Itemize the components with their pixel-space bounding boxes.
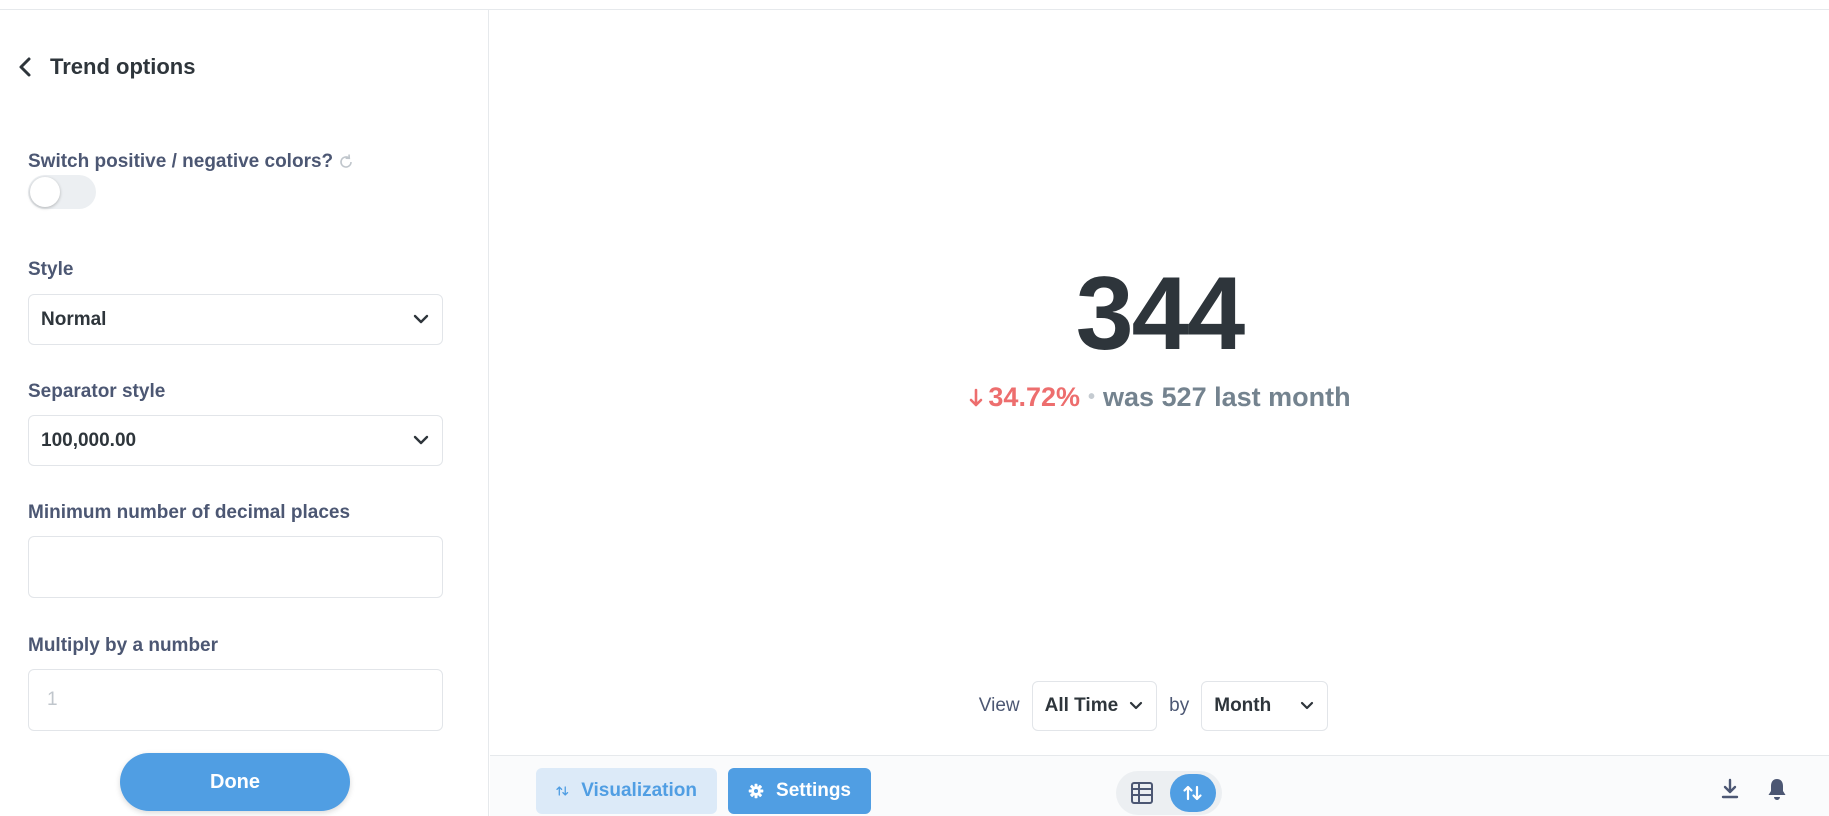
sidebar-title: Trend options	[50, 54, 196, 79]
granularity-select[interactable]: Month	[1201, 681, 1329, 731]
style-label: Style	[28, 259, 74, 280]
trend-comparison: 34.72% • was 527 last month	[490, 382, 1829, 413]
download-icon[interactable]	[1720, 778, 1740, 805]
multiply-input[interactable]	[28, 669, 443, 731]
chevron-down-icon	[413, 435, 429, 445]
bell-icon[interactable]	[1766, 777, 1788, 806]
time-controls: View All Time by Month	[490, 681, 1829, 731]
switch-colors-toggle[interactable]	[28, 175, 96, 209]
toggle-knob	[30, 177, 60, 207]
style-select[interactable]: Normal	[28, 294, 443, 345]
view-toggle	[1116, 771, 1222, 815]
visualization-label: Visualization	[581, 780, 697, 801]
separator-select[interactable]: 100,000.00	[28, 415, 443, 466]
visualization-button[interactable]: Visualization	[536, 768, 717, 814]
chevron-down-icon	[1130, 701, 1143, 710]
trend-value: 344	[1075, 256, 1246, 372]
multiply-label: Multiply by a number	[28, 635, 219, 656]
separator-label: Separator style	[28, 381, 166, 402]
back-to-settings[interactable]: Trend options	[18, 54, 195, 80]
by-label: by	[1169, 695, 1190, 716]
switch-colors-label: Switch positive / negative colors?	[28, 151, 334, 172]
arrow-down-icon	[970, 388, 983, 406]
period-select[interactable]: All Time	[1031, 681, 1158, 731]
chevron-left-icon	[18, 56, 34, 78]
settings-sidebar: Trend options Switch positive / negative…	[0, 10, 489, 816]
settings-button[interactable]: Settings	[728, 768, 871, 814]
settings-label: Settings	[776, 780, 851, 801]
trend-arrows-icon	[556, 786, 569, 796]
gear-icon	[748, 783, 764, 799]
trend-previous: was 527 last month	[1103, 382, 1351, 412]
chevron-down-icon	[1301, 701, 1314, 710]
view-label: View	[978, 695, 1020, 716]
chevron-down-icon	[413, 314, 429, 324]
decimals-input[interactable]	[28, 536, 443, 598]
trend-change: 34.72%	[988, 382, 1080, 412]
period-value: All Time	[1044, 695, 1119, 716]
top-border	[0, 0, 1829, 10]
granularity-value: Month	[1214, 695, 1272, 716]
done-button[interactable]: Done	[120, 753, 350, 811]
trend-separator: •	[1087, 386, 1095, 408]
trend-arrows-icon	[1183, 785, 1202, 801]
separator-value: 100,000.00	[41, 429, 137, 451]
style-value: Normal	[41, 308, 107, 330]
table-view-toggle[interactable]	[1130, 781, 1154, 810]
bottom-bar: Visualization Settings	[490, 755, 1829, 816]
visualization-view-toggle[interactable]	[1170, 774, 1216, 812]
reset-icon[interactable]	[337, 153, 355, 171]
visualization-area: 344 34.72% • was 527 last month View All…	[490, 10, 1829, 755]
decimals-label: Minimum number of decimal places	[28, 502, 351, 523]
table-icon	[1131, 782, 1153, 804]
